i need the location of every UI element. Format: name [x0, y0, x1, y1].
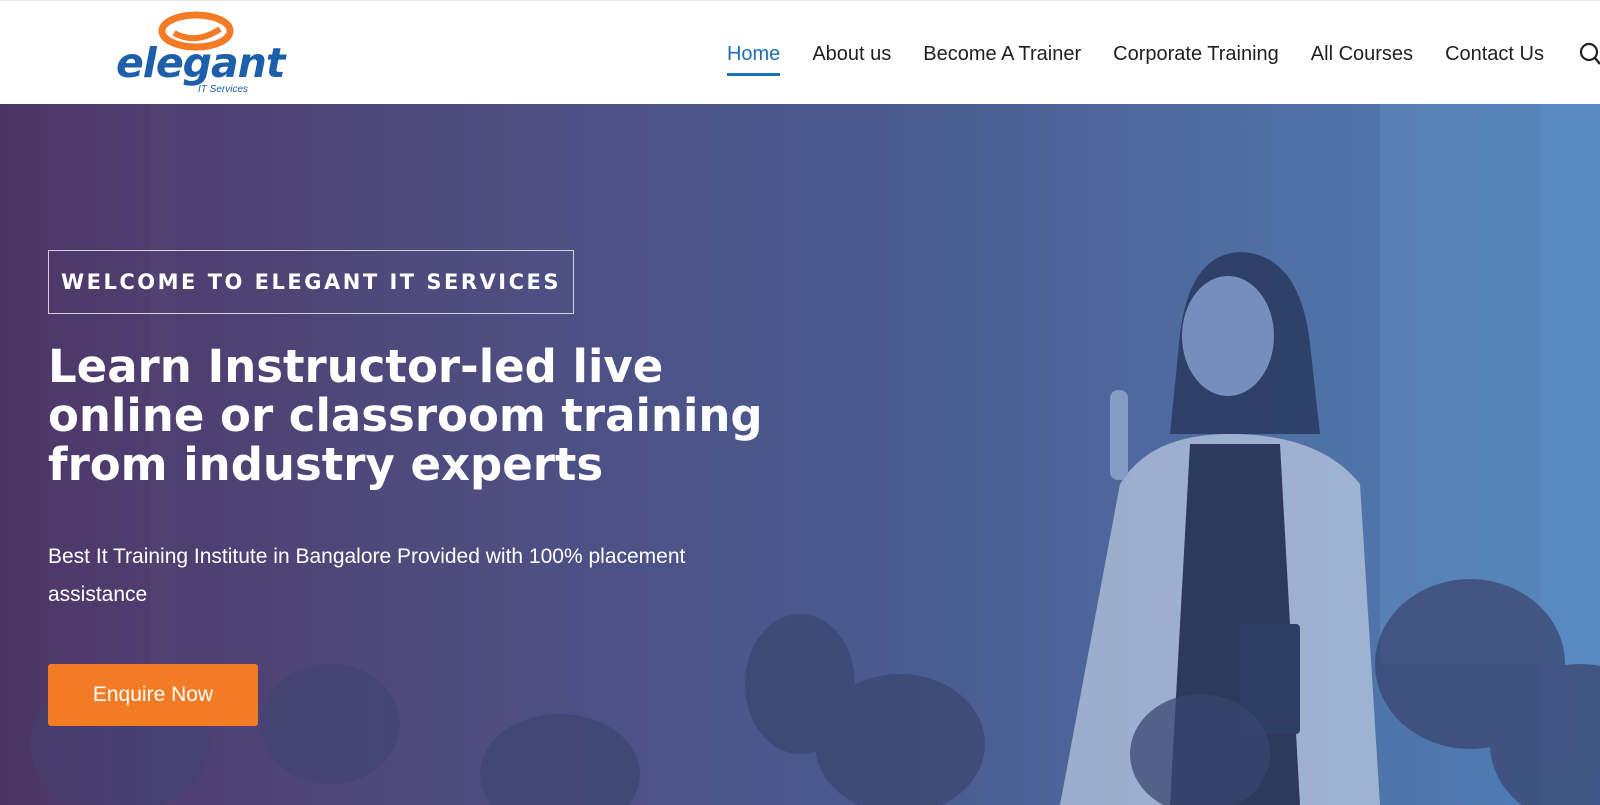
hero-banner: WELCOME TO ELEGANT IT SERVICES Learn Ins… — [0, 104, 1600, 805]
hero-subtext: Best It Training Institute in Bangalore … — [48, 545, 686, 606]
logo-tagline: IT Services — [198, 84, 249, 95]
logo-wordmark: elegant — [116, 39, 285, 87]
site-header: elegant IT Services Home About us Become… — [0, 0, 1600, 104]
enquire-now-button[interactable]: Enquire Now — [48, 664, 258, 726]
main-nav: Home About us Become A Trainer Corporate… — [726, 41, 1600, 76]
nav-home[interactable]: Home — [726, 43, 781, 76]
nav-become-a-trainer[interactable]: Become A Trainer — [923, 43, 1081, 66]
nav-about-us[interactable]: About us — [812, 43, 891, 66]
search-icon[interactable] — [1576, 41, 1600, 67]
nav-corporate-training[interactable]: Corporate Training — [1113, 43, 1279, 66]
welcome-tagline-box: WELCOME TO ELEGANT IT SERVICES — [48, 250, 574, 314]
nav-contact-us[interactable]: Contact Us — [1445, 43, 1544, 66]
nav-all-courses[interactable]: All Courses — [1311, 43, 1413, 66]
welcome-tagline: WELCOME TO ELEGANT IT SERVICES — [60, 270, 561, 294]
elegant-logo[interactable]: elegant IT Services — [116, 9, 286, 101]
hero-headline: Learn Instructor-led live online or clas… — [48, 340, 763, 491]
